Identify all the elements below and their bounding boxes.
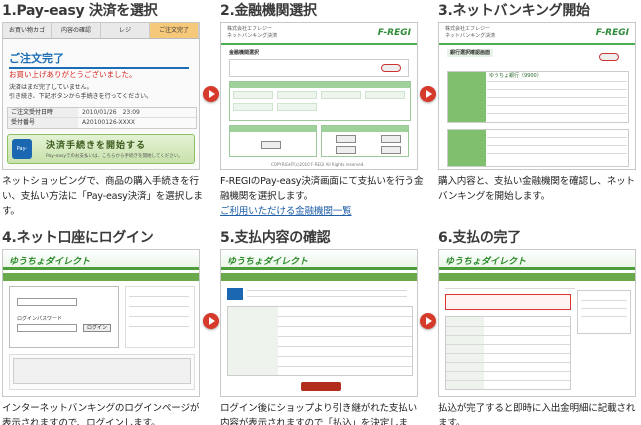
bank-option[interactable] [365, 91, 405, 99]
bank-option[interactable] [233, 91, 273, 99]
step-2: 2.金融機関選択 株式会社エフレジー ネットバンキング決済 F-REGI 金融機関… [220, 2, 424, 217]
step-1-screenshot: お買い物カゴ 内容の確認 レジ ご注文完了 ご注文完了 お買い上げありがとうござ… [2, 22, 200, 170]
pay-easy-logo-icon: Pay-easy [12, 139, 32, 169]
arrow-right-icon [203, 313, 219, 329]
step-5-screenshot: ゆうちょダイレクト [220, 249, 418, 397]
select-button[interactable] [261, 141, 281, 149]
step-6-description: 払込が完了すると即時に入出金明細に記載されます。 [438, 403, 636, 425]
password-input[interactable] [17, 324, 77, 332]
select-button[interactable] [336, 135, 356, 143]
bank-option[interactable] [233, 103, 273, 111]
step-5-title: 5.支払内容の確認 [220, 230, 331, 246]
step-5-description: ログイン後にショップより引き継がれた支払い内容が表示されますので「払込」を決定し… [220, 403, 418, 425]
order-complete-heading: ご注文完了 [9, 50, 189, 69]
step-5: 5.支払内容の確認 ゆうちょダイレクト ログイン後にショップより引き継がれた支払… [220, 229, 420, 425]
cancel-button[interactable] [599, 53, 619, 61]
table-row: ご注文受付日時 2010/01/26 23:09 [8, 108, 196, 118]
step-4-title: 4.ネット口座にログイン [2, 230, 154, 246]
order-info-table: ご注文受付日時 2010/01/26 23:09 受付番号 A20100126-XX… [7, 107, 197, 129]
arrow-right-icon [203, 86, 219, 102]
yucho-direct-logo: ゆうちょダイレクト [9, 257, 91, 267]
step-2-screenshot: 株式会社エフレジー ネットバンキング決済 F-REGI 金融機関選択 COPYRI… [220, 22, 418, 170]
step-3-screenshot: 株式会社エフレジー ネットバンキング決済 F-REGI 銀行選択確認画面 ゆうちょ… [438, 22, 636, 170]
step-3-description: 購入内容と、支払い金融機関を確認し、ネットバンキングを開始します。 [438, 176, 635, 202]
arrow-right-icon [420, 313, 436, 329]
step-1-title: 1.Pay-easy 決済を選択 [2, 3, 158, 19]
start-payment-sub: Pay-easyでのお支払いは、こちらから手続きを開始してください。 [46, 154, 183, 159]
supported-banks-link[interactable]: ご利用いただける金融機関一覧 [220, 204, 425, 219]
checkout-tabs: お買い物カゴ 内容の確認 レジ ご注文完了 [3, 23, 199, 39]
start-payment-button[interactable]: Pay-easy 決済手続きを開始する Pay-easyでのお支払いは、こちらか… [7, 134, 195, 169]
side-panel [577, 290, 631, 334]
payment-note: 決済はまだ完了していません。 引き続き、下記ボタンから手続きを行ってください。 [9, 84, 153, 100]
step-2-title: 2.金融機関選択 [220, 3, 317, 19]
yucho-direct-logo: ゆうちょダイレクト [445, 257, 527, 267]
tab-confirm: 内容の確認 [52, 23, 101, 38]
step-1-description: ネットショッピングで、商品の購入手続きを行い、支払い方法に「Pay-easy決済… [2, 176, 203, 217]
yucho-direct-logo: ゆうちょダイレクト [227, 257, 309, 267]
step-4-screenshot: ゆうちょダイレクト ログインパスワード ログイン [2, 249, 200, 397]
select-button[interactable] [336, 146, 356, 154]
tab-register: レジ [101, 23, 150, 38]
select-button[interactable] [381, 146, 401, 154]
fregi-logo: F-REGI [595, 28, 629, 38]
login-button[interactable]: ログイン [83, 324, 111, 332]
step-3-title: 3.ネットバンキング開始 [438, 3, 590, 19]
select-button[interactable] [381, 135, 401, 143]
fregi-header: 株式会社エフレジー ネットバンキング決済 F-REGI [221, 23, 417, 45]
fregi-logo: F-REGI [377, 28, 411, 38]
completion-notice [445, 294, 571, 310]
step-4: 4.ネット口座にログイン ゆうちょダイレクト ログインパスワード ログイン イン… [2, 229, 202, 425]
step-3: 3.ネットバンキング開始 株式会社エフレジー ネットバンキング決済 F-REGI … [438, 2, 638, 202]
bank-option[interactable] [277, 103, 317, 111]
pay-easy-logo-icon [227, 288, 243, 300]
step-6-screenshot: ゆうちょダイレクト [438, 249, 636, 397]
start-payment-label: 決済手続きを開始する [46, 141, 147, 151]
step-6: 6.支払の完了 ゆうちょダイレクト 払込が完了すると即時に入出金明細に記載されま… [438, 229, 638, 425]
bank-option[interactable] [321, 91, 361, 99]
pay-confirm-button[interactable] [301, 382, 341, 391]
thanks-message: お買い上げありがとうございました。 [9, 70, 137, 79]
cancel-button[interactable] [381, 64, 401, 72]
bank-option[interactable] [277, 91, 317, 99]
arrow-right-icon [420, 86, 436, 102]
step-6-title: 6.支払の完了 [438, 230, 521, 246]
tab-cart: お買い物カゴ [3, 23, 52, 38]
customer-number-input[interactable] [17, 298, 77, 306]
step-4-description: インターネットバンキングのログインページが表示されますので、ログインします。 [2, 403, 200, 425]
step-2-description: F-REGIのPay-easy決済画面にて支払いを行う金融機関を選択します。 ご… [220, 176, 425, 219]
step-1: 1.Pay-easy 決済を選択 お買い物カゴ 内容の確認 レジ ご注文完了 ご… [2, 2, 203, 217]
tab-complete: ご注文完了 [150, 23, 199, 38]
table-row: 受付番号 A20100126-XXXX [8, 118, 196, 128]
